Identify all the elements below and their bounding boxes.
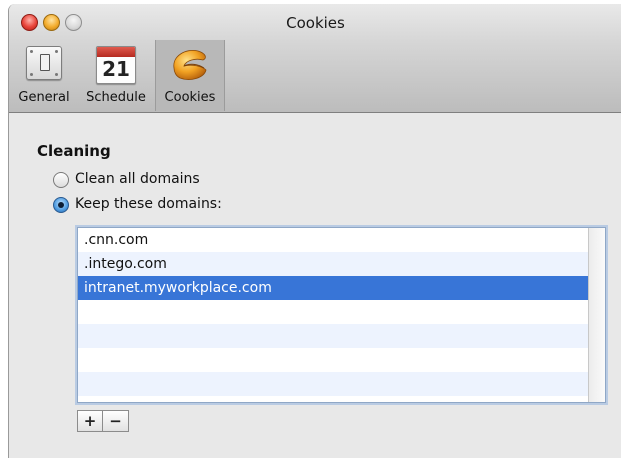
radio-label: Clean all domains [75, 171, 200, 187]
toolbar-item-cookies[interactable]: Cookies [155, 40, 225, 111]
preferences-window: Cookies General 21 Schedule Cookies Clea… [8, 4, 621, 458]
empty-row [78, 372, 589, 396]
preferences-pane: Cleaning Clean all domains Keep these do… [9, 113, 621, 458]
domain-row[interactable]: .cnn.com [78, 228, 589, 252]
remove-domain-button[interactable]: − [103, 410, 129, 432]
domains-list-rows: .cnn.com .intego.com intranet.myworkplac… [78, 228, 589, 402]
radio-button-selected[interactable] [53, 197, 69, 213]
empty-row [78, 324, 589, 348]
toolbar-item-label: General [18, 90, 70, 105]
toolbar-item-label: Schedule [86, 90, 146, 105]
domains-list[interactable]: .cnn.com .intego.com intranet.myworkplac… [77, 227, 606, 403]
radio-label: Keep these domains: [75, 196, 222, 212]
calendar-icon: 21 [96, 46, 136, 84]
empty-row [78, 300, 589, 324]
calendar-day: 21 [102, 57, 130, 81]
cleaning-section-title: Cleaning [37, 142, 111, 160]
window-title: Cookies [286, 14, 345, 32]
domain-row-selected[interactable]: intranet.myworkplace.com [78, 276, 589, 300]
title-bar: Cookies General 21 Schedule Cookies [9, 4, 621, 113]
toolbar-item-label: Cookies [164, 90, 216, 105]
fortune-cookie-icon [170, 46, 210, 84]
list-scrollbar[interactable] [588, 228, 605, 402]
add-domain-button[interactable]: + [77, 410, 103, 432]
list-edit-buttons: + − [77, 410, 129, 432]
switch-plate-icon [26, 46, 62, 80]
empty-row [78, 348, 589, 372]
domain-row[interactable]: .intego.com [78, 252, 589, 276]
radio-button[interactable] [53, 172, 69, 188]
toolbar-item-schedule[interactable]: 21 Schedule [77, 40, 155, 111]
toolbar-item-general[interactable]: General [11, 40, 77, 111]
